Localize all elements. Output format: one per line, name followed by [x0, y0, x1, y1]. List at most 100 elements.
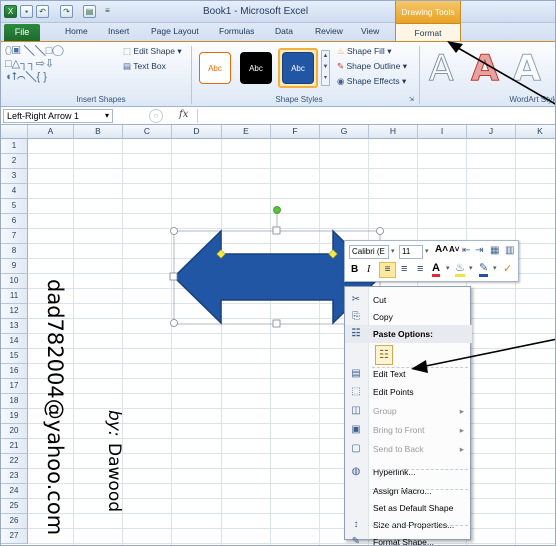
- shape-style-preset-3[interactable]: Abc: [282, 52, 314, 84]
- row-header-20[interactable]: 20: [1, 424, 28, 439]
- resize-handle-top-left[interactable]: [170, 227, 178, 235]
- save-icon[interactable]: ▪: [20, 5, 33, 18]
- column-header-j[interactable]: J: [467, 125, 516, 139]
- column-header-a[interactable]: A: [28, 125, 74, 139]
- row-header-13[interactable]: 13: [1, 319, 28, 334]
- row-header-14[interactable]: 14: [1, 334, 28, 349]
- worksheet-grid[interactable]: ABCDEFGHIJK 1 2 3 4 5 6 7 8 9 10 11 12 13 14 15 16 17 18 1…: [1, 125, 555, 545]
- increase-indent-icon[interactable]: ⇥: [475, 245, 483, 256]
- resize-handle-bottom[interactable]: [272, 319, 281, 328]
- shape-effects-button[interactable]: ◉ Shape Effects ▾: [337, 76, 406, 87]
- print-preview-icon[interactable]: ▤: [83, 5, 96, 18]
- shape-style-preset-2[interactable]: Abc: [240, 52, 272, 84]
- text-box-button[interactable]: ▤ Text Box: [123, 61, 166, 72]
- undo-icon[interactable]: ↶: [36, 5, 49, 18]
- context-menu-item-group[interactable]: ◫ Group ▸: [345, 402, 472, 420]
- select-all-corner[interactable]: [1, 125, 28, 139]
- column-header-d[interactable]: D: [172, 125, 222, 139]
- name-box[interactable]: Left-Right Arrow 1 ▾: [3, 109, 113, 123]
- insert-function-icon[interactable]: fx: [179, 109, 188, 120]
- column-header-e[interactable]: E: [222, 125, 271, 139]
- tab-home[interactable]: Home: [65, 26, 88, 36]
- row-header-27[interactable]: 27: [1, 529, 28, 544]
- excel-app-icon[interactable]: X: [4, 5, 17, 18]
- decrease-indent-icon[interactable]: ⇤: [462, 245, 470, 256]
- row-header-2[interactable]: 2: [1, 154, 28, 169]
- tab-insert[interactable]: Insert: [108, 26, 129, 36]
- column-header-h[interactable]: H: [369, 125, 418, 139]
- shape-fill-button[interactable]: ♨ Shape Fill ▾: [337, 46, 391, 57]
- shapes-gallery-row-2[interactable]: □△┐┐⇨⇩: [5, 59, 54, 70]
- row-header-26[interactable]: 26: [1, 514, 28, 529]
- row-header-18[interactable]: 18: [1, 394, 28, 409]
- formula-expand-icon[interactable]: ○: [149, 109, 163, 123]
- context-menu-item-set-as-default-shape[interactable]: Set as Default Shape: [345, 499, 472, 517]
- context-menu-item-hyperlink[interactable]: ◍ Hyperlink...: [345, 463, 472, 481]
- style-gallery-scroll[interactable]: ▲ ▼ ▾: [321, 50, 330, 86]
- row-header-4[interactable]: 4: [1, 184, 28, 199]
- align-left-button[interactable]: ≡: [379, 262, 396, 278]
- context-menu-item-edit-points[interactable]: ⬚ Edit Points: [345, 383, 472, 401]
- tab-file[interactable]: File: [4, 24, 40, 41]
- shrink-font-button[interactable]: A˅: [449, 245, 459, 254]
- grow-font-button[interactable]: A˄: [435, 244, 448, 255]
- resize-handle-bottom-left[interactable]: [170, 319, 178, 327]
- row-header-16[interactable]: 16: [1, 364, 28, 379]
- context-menu-item-format-shape[interactable]: ✎ Format Shape...: [345, 533, 472, 545]
- wordart-style-1[interactable]: A: [429, 48, 455, 90]
- chevron-down-icon[interactable]: ▾: [425, 247, 429, 255]
- row-header-17[interactable]: 17: [1, 379, 28, 394]
- wordart-style-2[interactable]: A: [471, 48, 500, 90]
- chevron-down-icon[interactable]: ▾: [105, 110, 109, 122]
- row-header-9[interactable]: 9: [1, 259, 28, 274]
- row-header-1[interactable]: 1: [1, 139, 28, 154]
- column-header-c[interactable]: C: [123, 125, 172, 139]
- align-center-icon[interactable]: ≡: [401, 263, 407, 275]
- context-menu-item-cut[interactable]: ✂ Cut: [345, 291, 472, 309]
- row-header-10[interactable]: 10: [1, 274, 28, 289]
- dialog-launcher-icon[interactable]: ⇲: [409, 96, 414, 103]
- context-menu-item-bring-to-front[interactable]: ▣ Bring to Front ▸: [345, 421, 472, 439]
- column-header-i[interactable]: I: [418, 125, 467, 139]
- context-menu-item-copy[interactable]: ⎘ Copy: [345, 308, 472, 326]
- wordart-style-3[interactable]: A: [513, 48, 542, 90]
- tab-data[interactable]: Data: [275, 26, 293, 36]
- row-header-8[interactable]: 8: [1, 244, 28, 259]
- format-painter-icon[interactable]: ✓: [503, 262, 512, 275]
- resize-handle-top[interactable]: [272, 226, 281, 235]
- bold-button[interactable]: B: [351, 264, 358, 275]
- customize-quick-access-icon[interactable]: ≡: [101, 5, 114, 18]
- paste-clipboard-icon[interactable]: ☷: [375, 345, 393, 365]
- font-size-box[interactable]: 11: [399, 245, 423, 259]
- resize-handle-top-right[interactable]: [376, 227, 384, 235]
- column-header-b[interactable]: B: [74, 125, 123, 139]
- align-right-icon[interactable]: ≡: [417, 263, 423, 275]
- row-header-6[interactable]: 6: [1, 214, 28, 229]
- row-header-21[interactable]: 21: [1, 439, 28, 454]
- column-header-f[interactable]: F: [271, 125, 320, 139]
- row-header-19[interactable]: 19: [1, 409, 28, 424]
- italic-button[interactable]: I: [367, 264, 370, 275]
- shape-outline-button[interactable]: ✎ Shape Outline ▾: [337, 61, 407, 72]
- row-header-22[interactable]: 22: [1, 454, 28, 469]
- tab-page-layout[interactable]: Page Layout: [151, 26, 199, 36]
- resize-handle-left[interactable]: [169, 272, 178, 281]
- align-icon[interactable]: ▥: [505, 245, 514, 256]
- chevron-down-icon[interactable]: ▾: [493, 264, 497, 272]
- font-name-box[interactable]: Calibri (E: [349, 245, 389, 259]
- tab-view[interactable]: View: [361, 26, 379, 36]
- column-header-g[interactable]: G: [320, 125, 369, 139]
- tab-formulas[interactable]: Formulas: [219, 26, 254, 36]
- formula-input[interactable]: [197, 109, 555, 123]
- align-icon[interactable]: ▦: [490, 245, 499, 256]
- rotation-handle[interactable]: [273, 206, 281, 214]
- fill-color-icon[interactable]: ♨: [455, 262, 465, 277]
- tab-review[interactable]: Review: [315, 26, 343, 36]
- row-header-24[interactable]: 24: [1, 484, 28, 499]
- tab-format[interactable]: Format: [395, 23, 461, 42]
- column-header-k[interactable]: K: [516, 125, 555, 139]
- shape-style-preset-1[interactable]: Abc: [199, 52, 231, 84]
- chevron-down-icon[interactable]: ▾: [469, 264, 473, 272]
- edit-shape-button[interactable]: ⬚ Edit Shape ▾: [123, 46, 182, 57]
- shapes-gallery-row-1[interactable]: ⬯▣ ╲╲□◯: [5, 46, 64, 57]
